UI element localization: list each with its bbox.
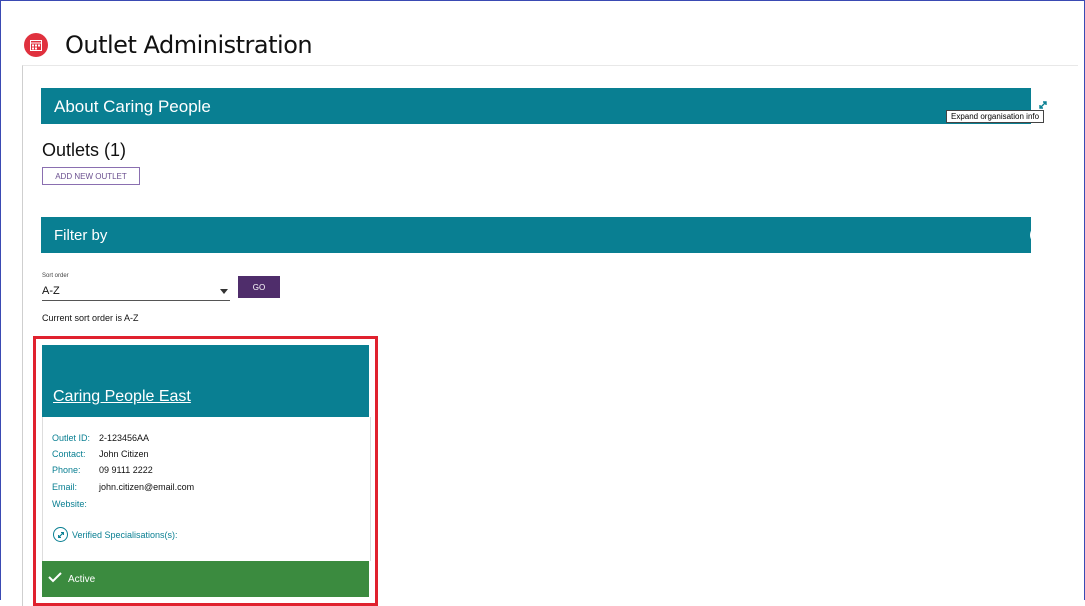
expand-icon[interactable]: [1030, 226, 1048, 244]
field-value: John Citizen: [99, 449, 149, 459]
outlet-card-header: Caring People East: [42, 345, 369, 417]
expand-icon: [53, 527, 68, 542]
field-label: Contact:: [52, 449, 86, 459]
verified-label: Verified Specialisations(s):: [72, 529, 178, 540]
field-value: john.citizen@email.com: [99, 482, 195, 492]
calendar-icon: [24, 33, 48, 57]
about-title: About Caring People: [54, 97, 211, 116]
sort-order-value: A-Z: [42, 285, 60, 297]
outlet-card-body: Outlet ID: 2-123456AA Contact: John Citi…: [42, 417, 371, 561]
field-value: 09 9111 2222: [99, 465, 153, 475]
field-value: 2-123456AA: [99, 433, 150, 443]
field-label: Website:: [52, 499, 87, 509]
sort-order-select[interactable]: A-Z: [42, 283, 230, 301]
expand-tooltip: Expand organisation info: [946, 110, 1045, 123]
field-label: Phone:: [52, 465, 81, 475]
chevron-down-icon: [220, 289, 228, 294]
current-sort-text: Current sort order is A-Z: [42, 313, 139, 323]
phone-row: Phone: 09 9111 2222: [52, 465, 153, 475]
sort-order-label: Sort order: [42, 273, 69, 279]
page-title: Outlet Administration: [65, 31, 313, 59]
filter-panel[interactable]: Filter by: [41, 217, 1048, 253]
page-header: Outlet Administration: [24, 30, 313, 60]
outlets-heading: Outlets (1): [42, 140, 127, 160]
status-bar: Active: [42, 561, 369, 597]
checkmark-icon: [48, 570, 62, 588]
outlet-id-row: Outlet ID: 2-123456AA: [52, 433, 149, 443]
status-label: Active: [68, 573, 96, 585]
field-label: Outlet ID:: [52, 433, 91, 443]
verified-specialisations-toggle[interactable]: Verified Specialisations(s):: [53, 527, 178, 542]
outlet-name-link[interactable]: Caring People East: [53, 388, 191, 406]
website-row: Website:: [52, 499, 99, 509]
add-new-outlet-button[interactable]: ADD NEW OUTLET: [42, 167, 140, 185]
email-row: Email: john.citizen@email.com: [52, 482, 194, 492]
about-panel[interactable]: About Caring People: [41, 88, 1052, 124]
field-label: Email:: [52, 482, 78, 492]
filter-title: Filter by: [54, 227, 108, 244]
contact-row: Contact: John Citizen: [52, 449, 149, 459]
go-button[interactable]: GO: [238, 276, 280, 298]
